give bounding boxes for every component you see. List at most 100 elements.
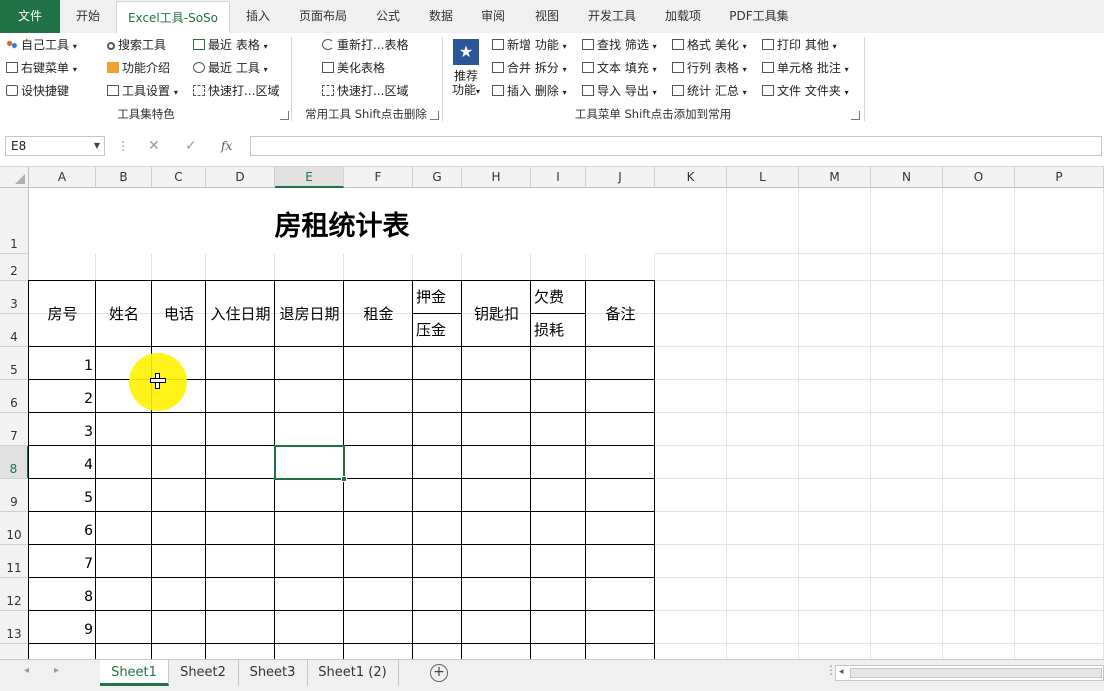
import-export-button[interactable]: 导入 导出 ▾ <box>582 81 657 101</box>
column-header-p[interactable]: P <box>1015 167 1104 188</box>
print-other-button[interactable]: 打印 其他 ▾ <box>762 35 837 55</box>
column-header-f[interactable]: F <box>344 167 413 188</box>
beautify-table-button[interactable]: 美化表格 <box>322 58 385 78</box>
reopen-table-button[interactable]: 重新打...表格 <box>322 35 408 55</box>
column-header-j[interactable]: J <box>586 167 655 188</box>
scroll-left-arrow-icon[interactable]: ◂ <box>24 665 29 676</box>
column-header-l[interactable]: L <box>727 167 799 188</box>
sheet-tab-sheet3[interactable]: Sheet3 <box>238 660 308 686</box>
file-folder-button[interactable]: 文件 文件夹 ▾ <box>762 81 849 101</box>
header-phone[interactable]: 电话 <box>152 281 206 347</box>
header-checkout-date[interactable]: 退房日期 <box>275 281 344 347</box>
header-name[interactable]: 姓名 <box>96 281 152 347</box>
name-box[interactable]: E8 ▼ <box>5 136 105 156</box>
row-header-12[interactable]: 12 <box>0 578 29 611</box>
row-header-14[interactable]: 14 <box>0 644 29 659</box>
column-header-h[interactable]: H <box>462 167 531 188</box>
worksheet-grid[interactable]: ABCDEFGHIJKLMNOP 1234567891011121314 房租统… <box>0 167 1104 659</box>
insert-delete-button[interactable]: 插入 删除 ▾ <box>492 81 567 101</box>
rows-columns-button[interactable]: 行列 表格 ▾ <box>672 58 747 78</box>
header-notes[interactable]: 备注 <box>586 281 655 347</box>
group-launcher-icon[interactable] <box>280 111 289 120</box>
my-tools-button[interactable]: 自己工具 ▾ <box>6 35 77 55</box>
room-number-cell[interactable]: 3 <box>29 413 96 446</box>
tool-settings-button[interactable]: 工具设置 ▾ <box>107 81 178 101</box>
tab-view[interactable]: 视图 <box>520 0 574 33</box>
room-number-cell[interactable]: 6 <box>29 512 96 545</box>
column-header-c[interactable]: C <box>152 167 206 188</box>
room-number-cell[interactable]: 9 <box>29 611 96 644</box>
recommend-button[interactable]: ★ 推荐 功能▾ <box>448 37 484 103</box>
recent-tools-button[interactable]: 最近 工具 ▾ <box>193 58 268 78</box>
column-header-i[interactable]: I <box>531 167 586 188</box>
cancel-icon[interactable]: ✕ <box>148 136 160 156</box>
row-header-6[interactable]: 6 <box>0 380 29 413</box>
sheet-title[interactable]: 房租统计表 <box>29 188 655 254</box>
header-deposit-2[interactable]: 压金 <box>413 314 462 347</box>
header-deposit[interactable]: 押金 <box>413 281 462 314</box>
tab-review[interactable]: 审阅 <box>466 0 520 33</box>
find-filter-button[interactable]: 查找 筛选 ▾ <box>582 35 657 55</box>
room-number-cell[interactable]: 4 <box>29 446 96 479</box>
tab-add-ins[interactable]: 加载项 <box>650 0 716 33</box>
column-header-g[interactable]: G <box>413 167 462 188</box>
column-header-b[interactable]: B <box>96 167 152 188</box>
room-number-cell[interactable]: 7 <box>29 545 96 578</box>
scrollbar-thumb[interactable] <box>850 668 1102 678</box>
shortcut-key-button[interactable]: 设快捷键 <box>6 81 69 101</box>
scroll-right-arrow-icon[interactable]: ▸ <box>54 665 59 676</box>
row-header-5[interactable]: 5 <box>0 347 29 380</box>
header-checkin-date[interactable]: 入住日期 <box>206 281 275 347</box>
insert-function-icon[interactable]: fx <box>221 136 232 156</box>
header-room-number[interactable]: 房号 <box>29 281 96 347</box>
row-header-7[interactable]: 7 <box>0 413 29 446</box>
formula-input[interactable] <box>250 136 1102 156</box>
group-launcher-icon[interactable] <box>851 111 860 120</box>
room-number-cell[interactable]: 8 <box>29 578 96 611</box>
active-cell-selection[interactable] <box>274 445 345 480</box>
search-tools-button[interactable]: 搜索工具 <box>107 35 166 55</box>
column-header-a[interactable]: A <box>29 167 96 188</box>
row-header-9[interactable]: 9 <box>0 479 29 512</box>
feature-intro-button[interactable]: 功能介绍 <box>107 58 170 78</box>
tab-developer[interactable]: 开发工具 <box>574 0 650 33</box>
column-header-m[interactable]: M <box>799 167 871 188</box>
row-header-4[interactable]: 4 <box>0 314 29 347</box>
statistics-summary-button[interactable]: 统计 汇总 ▾ <box>672 81 747 101</box>
add-sheet-icon[interactable]: + <box>430 664 448 682</box>
header-arrears[interactable]: 欠费 <box>531 281 586 314</box>
row-header-3[interactable]: 3 <box>0 281 29 314</box>
add-feature-button[interactable]: 新增 功能 ▾ <box>492 35 567 55</box>
format-beautify-button[interactable]: 格式 美化 ▾ <box>672 35 747 55</box>
row-header-1[interactable]: 1 <box>0 188 29 254</box>
tab-formulas[interactable]: 公式 <box>360 0 416 33</box>
scroll-left-icon[interactable]: ◂ <box>839 667 844 677</box>
column-header-e[interactable]: E <box>275 167 344 188</box>
column-header-k[interactable]: K <box>655 167 727 188</box>
row-header-13[interactable]: 13 <box>0 611 29 644</box>
horizontal-scrollbar[interactable]: ◂ <box>835 665 1104 681</box>
header-key-fob[interactable]: 钥匙扣 <box>462 281 531 347</box>
recent-tables-button[interactable]: 最近 表格 ▾ <box>193 35 268 55</box>
chevron-down-icon[interactable]: ▼ <box>94 137 100 155</box>
enter-icon[interactable]: ✓ <box>185 136 197 156</box>
tab-page-layout[interactable]: 页面布局 <box>286 0 360 33</box>
row-header-8[interactable]: 8 <box>0 446 29 479</box>
context-menu-button[interactable]: 右键菜单 ▾ <box>6 58 77 78</box>
sheet-tab-sheet1-copy[interactable]: Sheet1 (2) <box>307 660 399 686</box>
room-number-cell[interactable]: 5 <box>29 479 96 512</box>
header-damage[interactable]: 损耗 <box>531 314 586 347</box>
cell-comment-button[interactable]: 单元格 批注 ▾ <box>762 58 849 78</box>
tab-excel-tools-soso[interactable]: Excel工具-SoSo <box>116 1 230 34</box>
fill-handle[interactable] <box>341 476 347 482</box>
row-header-2[interactable]: 2 <box>0 254 29 281</box>
room-number-cell[interactable]: 2 <box>29 380 96 413</box>
tab-insert[interactable]: 插入 <box>230 0 286 33</box>
merge-split-button[interactable]: 合并 拆分 ▾ <box>492 58 567 78</box>
text-fill-button[interactable]: 文本 填充 ▾ <box>582 58 657 78</box>
header-rent[interactable]: 租金 <box>344 281 413 347</box>
quick-print-area-button-2[interactable]: 快速打...区域 <box>322 81 408 101</box>
sheet-tab-sheet1[interactable]: Sheet1 <box>100 660 169 686</box>
tab-home[interactable]: 开始 <box>60 0 116 33</box>
row-header-11[interactable]: 11 <box>0 545 29 578</box>
